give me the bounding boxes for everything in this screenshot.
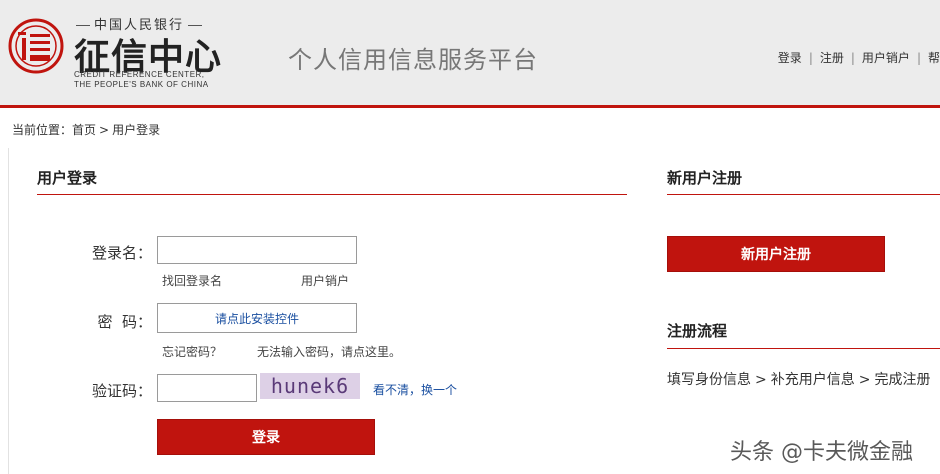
breadcrumb: 当前位置：首页 > 用户登录 [12, 121, 160, 138]
top-help-link[interactable]: 帮 [928, 51, 940, 65]
top-nav: 登录 | 注册 | 用户销户 | 帮 [778, 49, 940, 66]
flow-step-3: 完成注册 [874, 372, 931, 388]
install-control-link[interactable]: 请点此安装控件 [157, 303, 357, 333]
refresh-captcha-link[interactable]: 看不清，换一个 [373, 381, 457, 398]
find-login-name-link[interactable]: 找回登录名 [162, 272, 222, 289]
cannot-input-password-link[interactable]: 无法输入密码，请点这里。 [257, 343, 401, 360]
logo-english-text: CREDIT REFERENCE CENTER, THE PEOPLE'S BA… [74, 70, 209, 90]
new-user-register-button[interactable]: 新用户注册 [667, 236, 885, 272]
captcha-input[interactable] [157, 374, 257, 402]
login-section-title: 用户登录 [37, 169, 98, 187]
logo-english-line-2: THE PEOPLE'S BANK OF CHINA [74, 80, 209, 89]
breadcrumb-home-link[interactable]: 首页 [72, 123, 96, 137]
breadcrumb-current: 用户登录 [112, 123, 161, 137]
credit-center-seal-icon [8, 18, 64, 74]
breadcrumb-separator: > [99, 123, 110, 137]
nav-separator: | [850, 51, 855, 65]
register-title-underline [667, 194, 940, 195]
username-label: 登录名： [91, 244, 152, 262]
flow-title-underline [667, 348, 940, 349]
top-cancel-account-link[interactable]: 用户销户 [862, 51, 910, 65]
flow-step-2: 补充用户信息 [770, 372, 855, 388]
top-login-link[interactable]: 登录 [778, 51, 802, 65]
logo-english-line-1: CREDIT REFERENCE CENTER, [74, 70, 205, 79]
breadcrumb-prefix: 当前位置： [12, 123, 73, 137]
captcha-image[interactable]: hunek6 [260, 373, 360, 399]
watermark-text: 头条 @卡夫微金融 [730, 440, 913, 465]
user-cancel-link[interactable]: 用户销户 [301, 272, 349, 289]
platform-title: 个人信用信息服务平台 [288, 46, 538, 74]
site-header: 中国人民银行 征信中心 CREDIT REFERENCE CENTER, THE… [0, 0, 940, 108]
left-divider [8, 148, 9, 474]
flow-step-1: 填写身份信息 [667, 372, 751, 388]
captcha-label: 验证码： [91, 382, 152, 400]
register-section-title: 新用户注册 [667, 169, 743, 187]
register-flow-steps: 填写身份信息 > 补充用户信息 > 完成注册 [667, 369, 930, 389]
register-flow-title: 注册流程 [667, 322, 728, 340]
flow-separator: > [755, 372, 767, 388]
username-input[interactable] [157, 236, 357, 264]
login-button[interactable]: 登录 [157, 419, 375, 455]
password-label: 密 码： [97, 313, 152, 331]
flow-separator: > [858, 372, 871, 388]
nav-separator: | [808, 51, 813, 65]
top-register-link[interactable]: 注册 [820, 51, 844, 65]
forgot-password-link[interactable]: 忘记密码？ [162, 343, 222, 360]
login-title-underline [37, 194, 627, 195]
nav-separator: | [916, 51, 921, 65]
